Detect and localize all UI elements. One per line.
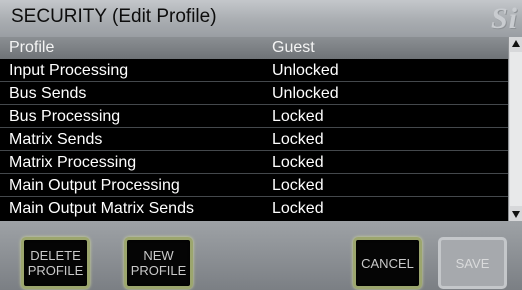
table-row[interactable]: Input Processing Unlocked [0, 60, 508, 82]
scroll-thumb[interactable] [510, 52, 522, 206]
permissions-table: Profile Guest Input Processing Unlocked … [0, 37, 508, 221]
row-value: Locked [272, 154, 324, 171]
delete-profile-button[interactable]: DELETE PROFILE [21, 237, 90, 289]
row-divider [0, 127, 508, 128]
new-label-line2: PROFILE [130, 263, 187, 278]
table-row[interactable]: Main Output Processing Locked [0, 175, 508, 197]
table-row[interactable]: Matrix Processing Locked [0, 152, 508, 174]
row-value: Locked [272, 131, 324, 148]
row-value: Locked [272, 200, 324, 217]
row-divider [0, 173, 508, 174]
table-header-row[interactable]: Profile Guest [0, 37, 508, 59]
delete-label-line1: DELETE [30, 248, 81, 263]
row-value: Locked [272, 108, 324, 125]
cancel-button[interactable]: CANCEL [353, 237, 422, 289]
row-label: Main Output Processing [9, 177, 180, 194]
row-label: Matrix Sends [9, 131, 103, 148]
scroll-up-icon[interactable] [511, 39, 521, 49]
table-row[interactable]: Bus Processing Locked [0, 106, 508, 128]
profile-column-header: Profile [9, 39, 55, 56]
security-edit-profile-screen: SECURITY (Edit Profile) Si Profile Guest… [0, 0, 522, 290]
row-divider [0, 104, 508, 105]
row-value: Unlocked [272, 62, 339, 79]
new-profile-button[interactable]: NEW PROFILE [124, 237, 193, 289]
save-label: SAVE [455, 255, 490, 271]
profile-name-value: Guest [272, 39, 315, 56]
save-button[interactable]: SAVE [438, 237, 507, 289]
row-label: Bus Sends [9, 85, 87, 102]
si-logo: Si [490, 2, 518, 35]
row-divider [0, 81, 508, 82]
page-title: SECURITY (Edit Profile) [11, 6, 217, 27]
title-bar: SECURITY (Edit Profile) Si [0, 0, 522, 38]
row-divider [0, 196, 508, 197]
table-row[interactable]: Main Output Matrix Sends Locked [0, 198, 508, 220]
row-label: Main Output Matrix Sends [9, 200, 194, 217]
row-divider [0, 150, 508, 151]
table-row[interactable]: Matrix Sends Locked [0, 129, 508, 151]
row-value: Unlocked [272, 85, 339, 102]
cancel-label: CANCEL [361, 255, 414, 271]
button-bar: DELETE PROFILE NEW PROFILE CANCEL SAVE [0, 221, 522, 290]
table-scrollbar[interactable] [508, 37, 522, 221]
row-label: Bus Processing [9, 108, 121, 125]
delete-label-line2: PROFILE [27, 263, 84, 278]
scroll-down-icon[interactable] [511, 209, 521, 219]
row-label: Matrix Processing [9, 154, 137, 171]
table-row[interactable]: Bus Sends Unlocked [0, 83, 508, 105]
new-label-line1: NEW [143, 248, 174, 263]
row-label: Input Processing [9, 62, 129, 79]
row-value: Locked [272, 177, 324, 194]
